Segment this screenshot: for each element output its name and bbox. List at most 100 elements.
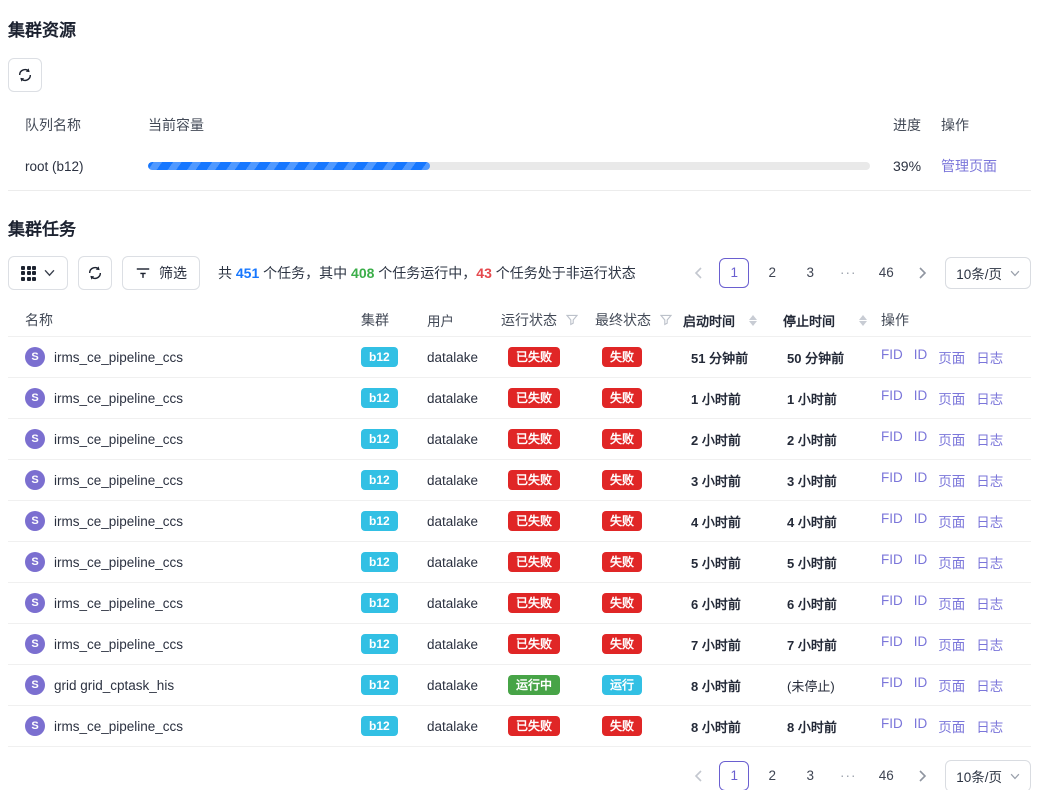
- stop-time: 4 小时前: [783, 512, 881, 531]
- row-action-id[interactable]: ID: [914, 716, 928, 736]
- row-action-id[interactable]: ID: [914, 429, 928, 449]
- next-page-icon[interactable]: [909, 258, 935, 288]
- row-action-fid[interactable]: FID: [881, 675, 903, 695]
- task-name: irms_ce_pipeline_ccs: [54, 473, 183, 488]
- row-action-id[interactable]: ID: [914, 347, 928, 367]
- row-action-fid[interactable]: FID: [881, 552, 903, 572]
- row-action-page[interactable]: 页面: [938, 634, 965, 654]
- row-action-fid[interactable]: FID: [881, 716, 903, 736]
- col-run-status: 运行状态: [501, 310, 595, 330]
- prev-page-icon[interactable]: [685, 761, 711, 790]
- prev-page-icon[interactable]: [685, 258, 711, 288]
- run-status-badge: 已失败: [508, 347, 560, 367]
- row-action-log[interactable]: 日志: [976, 716, 1003, 736]
- final-status-badge: 失败: [602, 429, 642, 449]
- funnel-filter-icon[interactable]: [660, 314, 672, 326]
- row-action-log[interactable]: 日志: [976, 470, 1003, 490]
- stop-time: 2 小时前: [783, 430, 881, 449]
- sort-icon[interactable]: [749, 315, 757, 326]
- cluster-badge: b12: [361, 675, 398, 695]
- task-name: irms_ce_pipeline_ccs: [54, 719, 183, 734]
- funnel-filter-icon[interactable]: [566, 314, 578, 326]
- task-name: irms_ce_pipeline_ccs: [54, 596, 183, 611]
- cluster-badge: b12: [361, 593, 398, 613]
- row-action-id[interactable]: ID: [914, 593, 928, 613]
- row-action-log[interactable]: 日志: [976, 429, 1003, 449]
- manage-page-link[interactable]: 管理页面: [941, 158, 997, 174]
- pagination-page-1[interactable]: 1: [719, 258, 749, 288]
- pagination-page-3[interactable]: 3: [795, 761, 825, 790]
- task-user: datalake: [427, 555, 501, 570]
- row-action-id[interactable]: ID: [914, 634, 928, 654]
- page-size-select[interactable]: 10条/页: [945, 257, 1031, 289]
- col-stop-time: 停止时间: [783, 311, 881, 330]
- pagination-page-2[interactable]: 2: [757, 761, 787, 790]
- task-name: grid grid_cptask_his: [54, 678, 174, 693]
- row-action-page[interactable]: 页面: [938, 593, 965, 613]
- pagination-page-1[interactable]: 1: [719, 761, 749, 790]
- row-action-page[interactable]: 页面: [938, 388, 965, 408]
- cluster-badge: b12: [361, 552, 398, 572]
- row-action-id[interactable]: ID: [914, 552, 928, 572]
- pagination-page-2[interactable]: 2: [757, 258, 787, 288]
- pagination-page-46[interactable]: 46: [871, 258, 901, 288]
- row-action-page[interactable]: 页面: [938, 347, 965, 367]
- row-action-page[interactable]: 页面: [938, 429, 965, 449]
- col-start-time: 启动时间: [683, 311, 783, 330]
- table-row: S irms_ce_pipeline_ccs b12 datalake 已失败 …: [8, 624, 1031, 665]
- row-action-fid[interactable]: FID: [881, 388, 903, 408]
- tasks-title: 集群任务: [8, 215, 1031, 240]
- row-action-page[interactable]: 页面: [938, 511, 965, 531]
- row-action-log[interactable]: 日志: [976, 675, 1003, 695]
- row-action-fid[interactable]: FID: [881, 429, 903, 449]
- next-page-icon[interactable]: [909, 761, 935, 790]
- resource-row: root (b12) 39% 管理页面: [8, 142, 1031, 191]
- page-size-select[interactable]: 10条/页: [945, 760, 1031, 790]
- row-action-page[interactable]: 页面: [938, 675, 965, 695]
- table-row: S irms_ce_pipeline_ccs b12 datalake 已失败 …: [8, 378, 1031, 419]
- col-operations: 操作: [881, 310, 1031, 330]
- tasks-refresh-button[interactable]: [78, 256, 112, 290]
- stop-time: 6 小时前: [783, 594, 881, 613]
- queue-name: root (b12): [8, 159, 148, 174]
- row-action-id[interactable]: ID: [914, 511, 928, 531]
- row-action-fid[interactable]: FID: [881, 470, 903, 490]
- avatar: S: [25, 634, 45, 654]
- column-settings-button[interactable]: [8, 256, 68, 290]
- row-action-log[interactable]: 日志: [976, 388, 1003, 408]
- table-row: S irms_ce_pipeline_ccs b12 datalake 已失败 …: [8, 337, 1031, 378]
- row-action-fid[interactable]: FID: [881, 593, 903, 613]
- sort-icon[interactable]: [859, 315, 867, 326]
- pagination-page-3[interactable]: 3: [795, 258, 825, 288]
- run-status-badge: 已失败: [508, 429, 560, 449]
- col-cluster: 集群: [361, 310, 427, 330]
- task-user: datalake: [427, 596, 501, 611]
- row-action-fid[interactable]: FID: [881, 634, 903, 654]
- avatar: S: [25, 388, 45, 408]
- cluster-badge: b12: [361, 511, 398, 531]
- row-action-log[interactable]: 日志: [976, 347, 1003, 367]
- run-status-badge: 已失败: [508, 388, 560, 408]
- pagination-page-46[interactable]: 46: [871, 761, 901, 790]
- resources-refresh-button[interactable]: [8, 58, 42, 92]
- row-action-fid[interactable]: FID: [881, 511, 903, 531]
- final-status-badge: 失败: [602, 593, 642, 613]
- start-time: 3 小时前: [683, 471, 783, 490]
- row-action-fid[interactable]: FID: [881, 347, 903, 367]
- row-action-page[interactable]: 页面: [938, 552, 965, 572]
- row-action-log[interactable]: 日志: [976, 634, 1003, 654]
- resources-table-header: 队列名称 当前容量 进度 操作: [8, 108, 1031, 142]
- row-action-log[interactable]: 日志: [976, 593, 1003, 613]
- row-action-page[interactable]: 页面: [938, 470, 965, 490]
- row-action-log[interactable]: 日志: [976, 552, 1003, 572]
- row-action-id[interactable]: ID: [914, 470, 928, 490]
- row-action-page[interactable]: 页面: [938, 716, 965, 736]
- row-action-id[interactable]: ID: [914, 388, 928, 408]
- bottom-bar: 123···46 10条/页: [8, 760, 1031, 790]
- row-action-log[interactable]: 日志: [976, 511, 1003, 531]
- row-action-id[interactable]: ID: [914, 675, 928, 695]
- filter-button[interactable]: 筛选: [122, 256, 200, 290]
- avatar: S: [25, 593, 45, 613]
- total-count: 451: [236, 265, 259, 281]
- final-status-badge: 失败: [602, 634, 642, 654]
